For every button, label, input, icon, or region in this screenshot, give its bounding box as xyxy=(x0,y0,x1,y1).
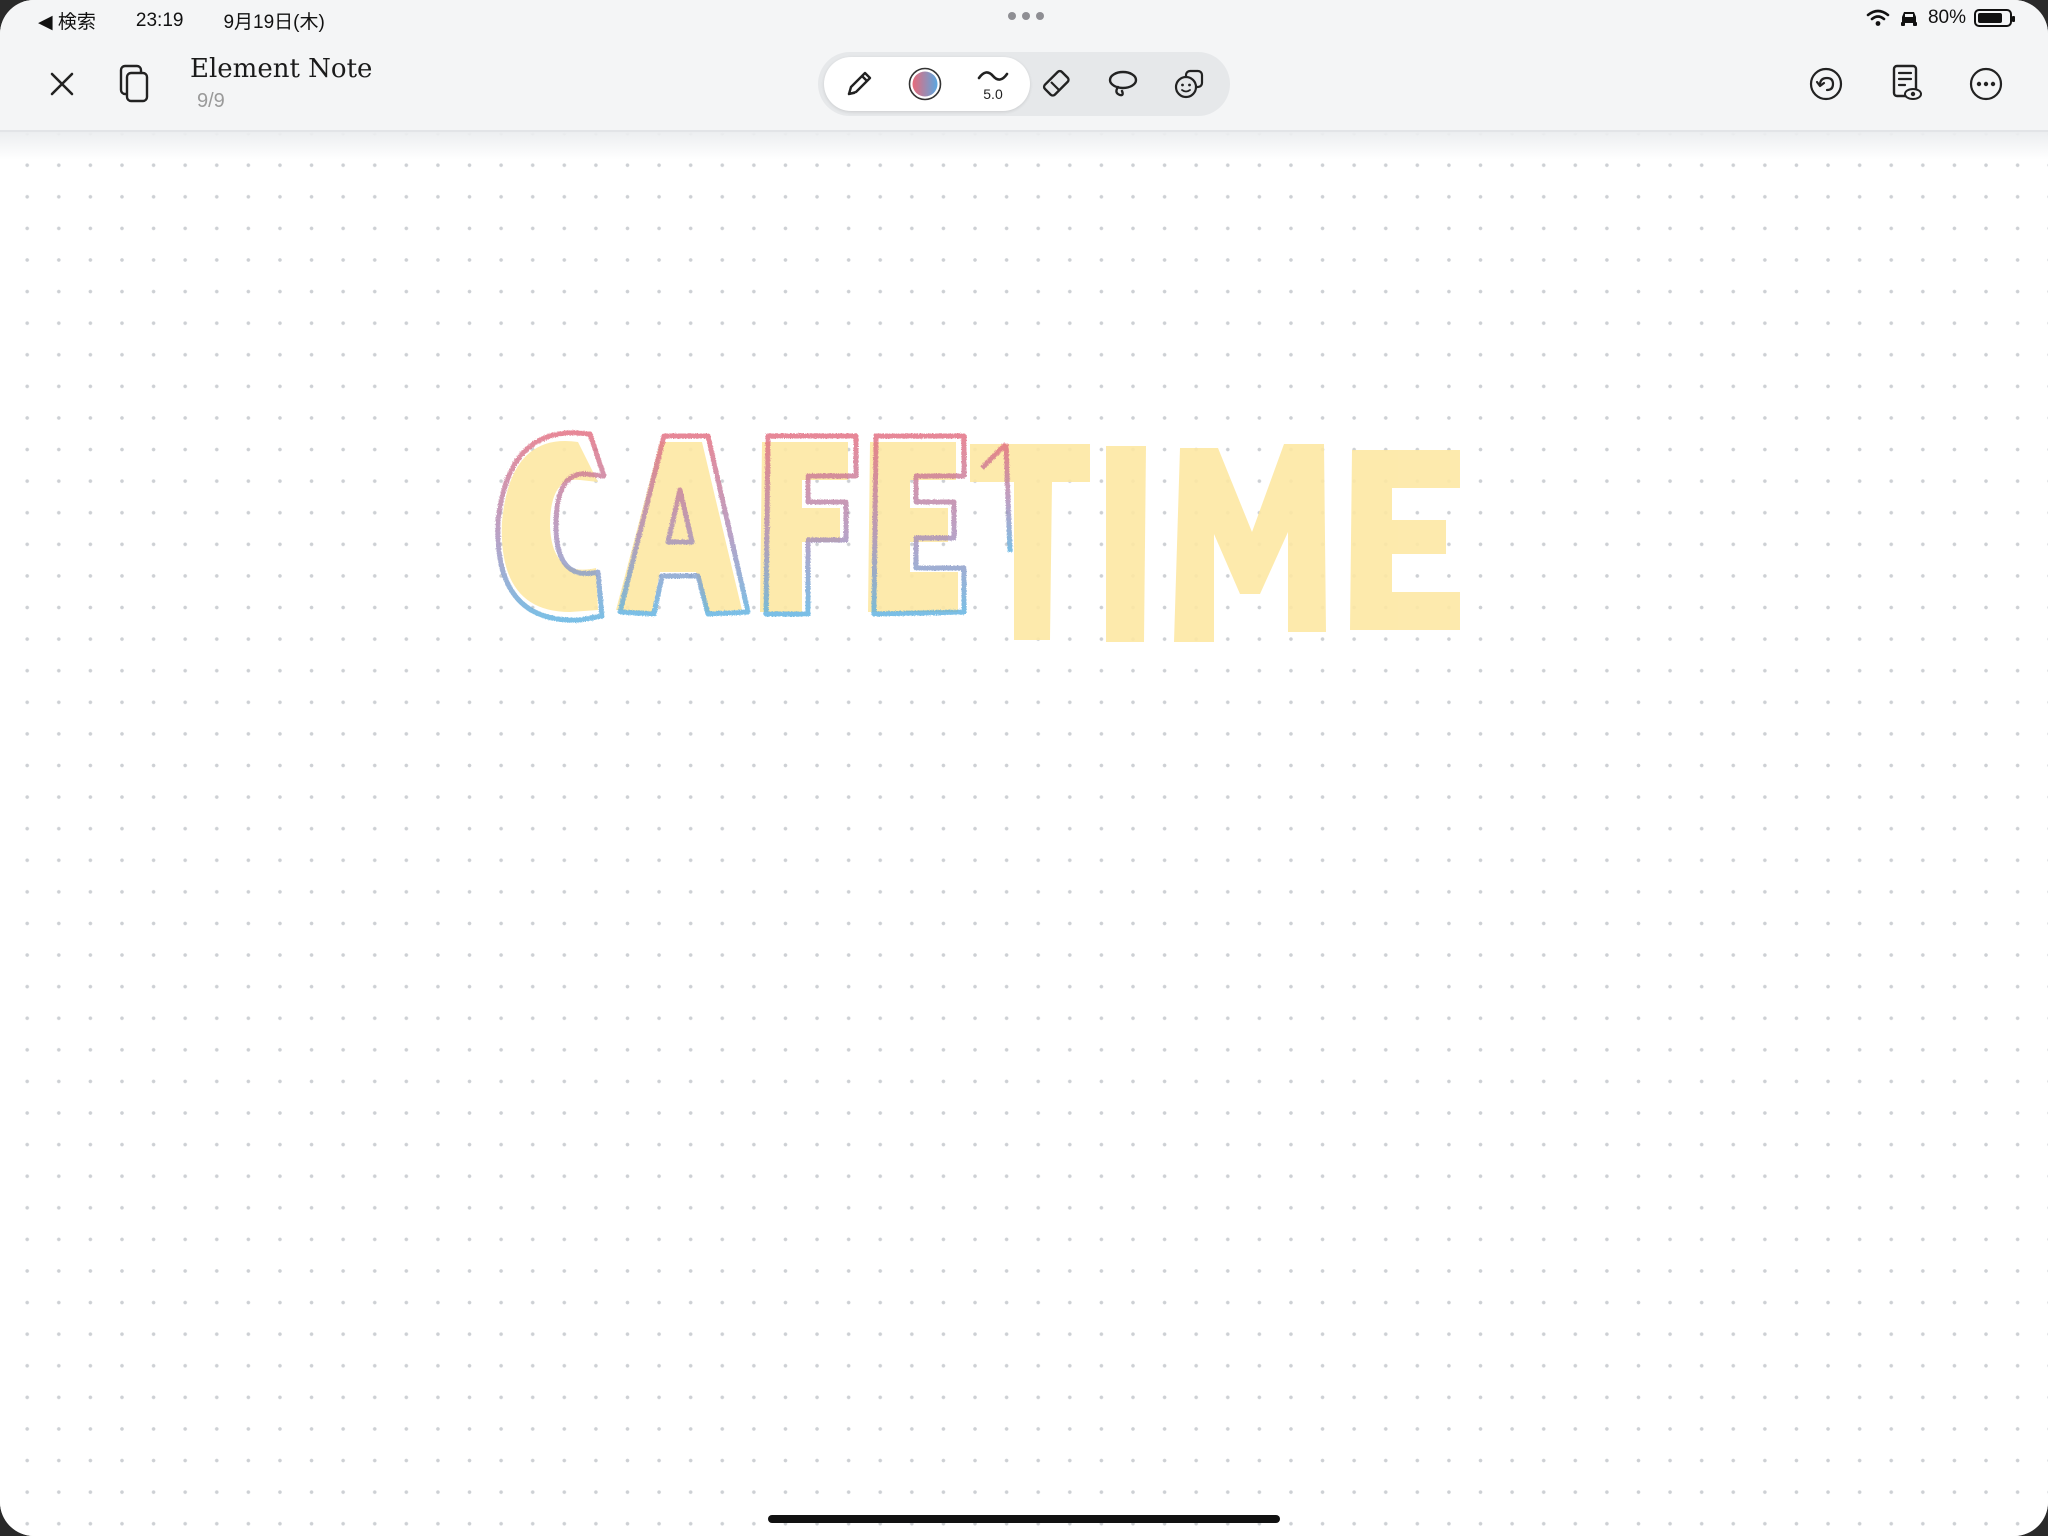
pages-button[interactable] xyxy=(112,60,156,108)
document-view-button[interactable] xyxy=(1882,58,1930,108)
canvas-top-shadow xyxy=(0,132,2048,160)
lasso-tool-button[interactable] xyxy=(1100,62,1146,106)
page-count: 9/9 xyxy=(197,90,225,112)
back-to-search-link[interactable]: ◀ 検索 xyxy=(38,7,96,34)
home-indicator[interactable] xyxy=(768,1515,1280,1523)
stroke-size-icon xyxy=(977,71,1009,81)
stroke-size-button[interactable]: 5.0 xyxy=(966,58,1020,110)
more-icon xyxy=(1969,67,2003,101)
drawing-tools: 5.0 xyxy=(818,52,1230,116)
dotted-note-canvas[interactable] xyxy=(0,132,2048,1536)
pencil-icon xyxy=(847,71,872,96)
close-button[interactable] xyxy=(40,62,84,106)
sticker-icon xyxy=(1174,69,1204,99)
lasso-icon xyxy=(1108,70,1138,97)
note-title[interactable]: Element Note xyxy=(190,54,372,84)
ipad-screen: ◀ 検索 23:19 9月19日(木) 80% Element Note 9/9… xyxy=(0,0,2048,1536)
eraser-icon xyxy=(1042,69,1070,97)
handwritten-lettering xyxy=(495,430,1460,642)
sticker-tool-button[interactable] xyxy=(1166,62,1212,106)
wifi-icon xyxy=(1866,9,1890,26)
status-bar: ◀ 検索 23:19 9月19日(木) 80% xyxy=(0,0,2048,36)
color-picker-button[interactable] xyxy=(902,62,948,106)
battery-icon xyxy=(1974,9,2015,27)
note-toolbar: Element Note 9/9 5.0 xyxy=(0,36,2048,132)
battery-percent: 80% xyxy=(1927,7,1966,28)
status-time: 23:19 xyxy=(135,9,184,31)
status-date: 9月19日(木) xyxy=(223,12,325,33)
undo-icon xyxy=(1809,67,1843,101)
stroke-size-value: 5.0 xyxy=(983,86,1003,102)
more-button[interactable] xyxy=(1962,60,2010,108)
multitasking-dots-icon[interactable] xyxy=(1008,12,1044,20)
document-view-icon xyxy=(1892,64,1922,100)
undo-button[interactable] xyxy=(1802,60,1850,108)
pages-icon xyxy=(119,64,149,103)
close-icon xyxy=(50,72,74,96)
eraser-tool-button[interactable] xyxy=(1034,62,1080,106)
pen-tool-button[interactable] xyxy=(836,62,882,106)
color-swatch-icon xyxy=(908,67,942,101)
car-icon xyxy=(1900,12,1917,26)
